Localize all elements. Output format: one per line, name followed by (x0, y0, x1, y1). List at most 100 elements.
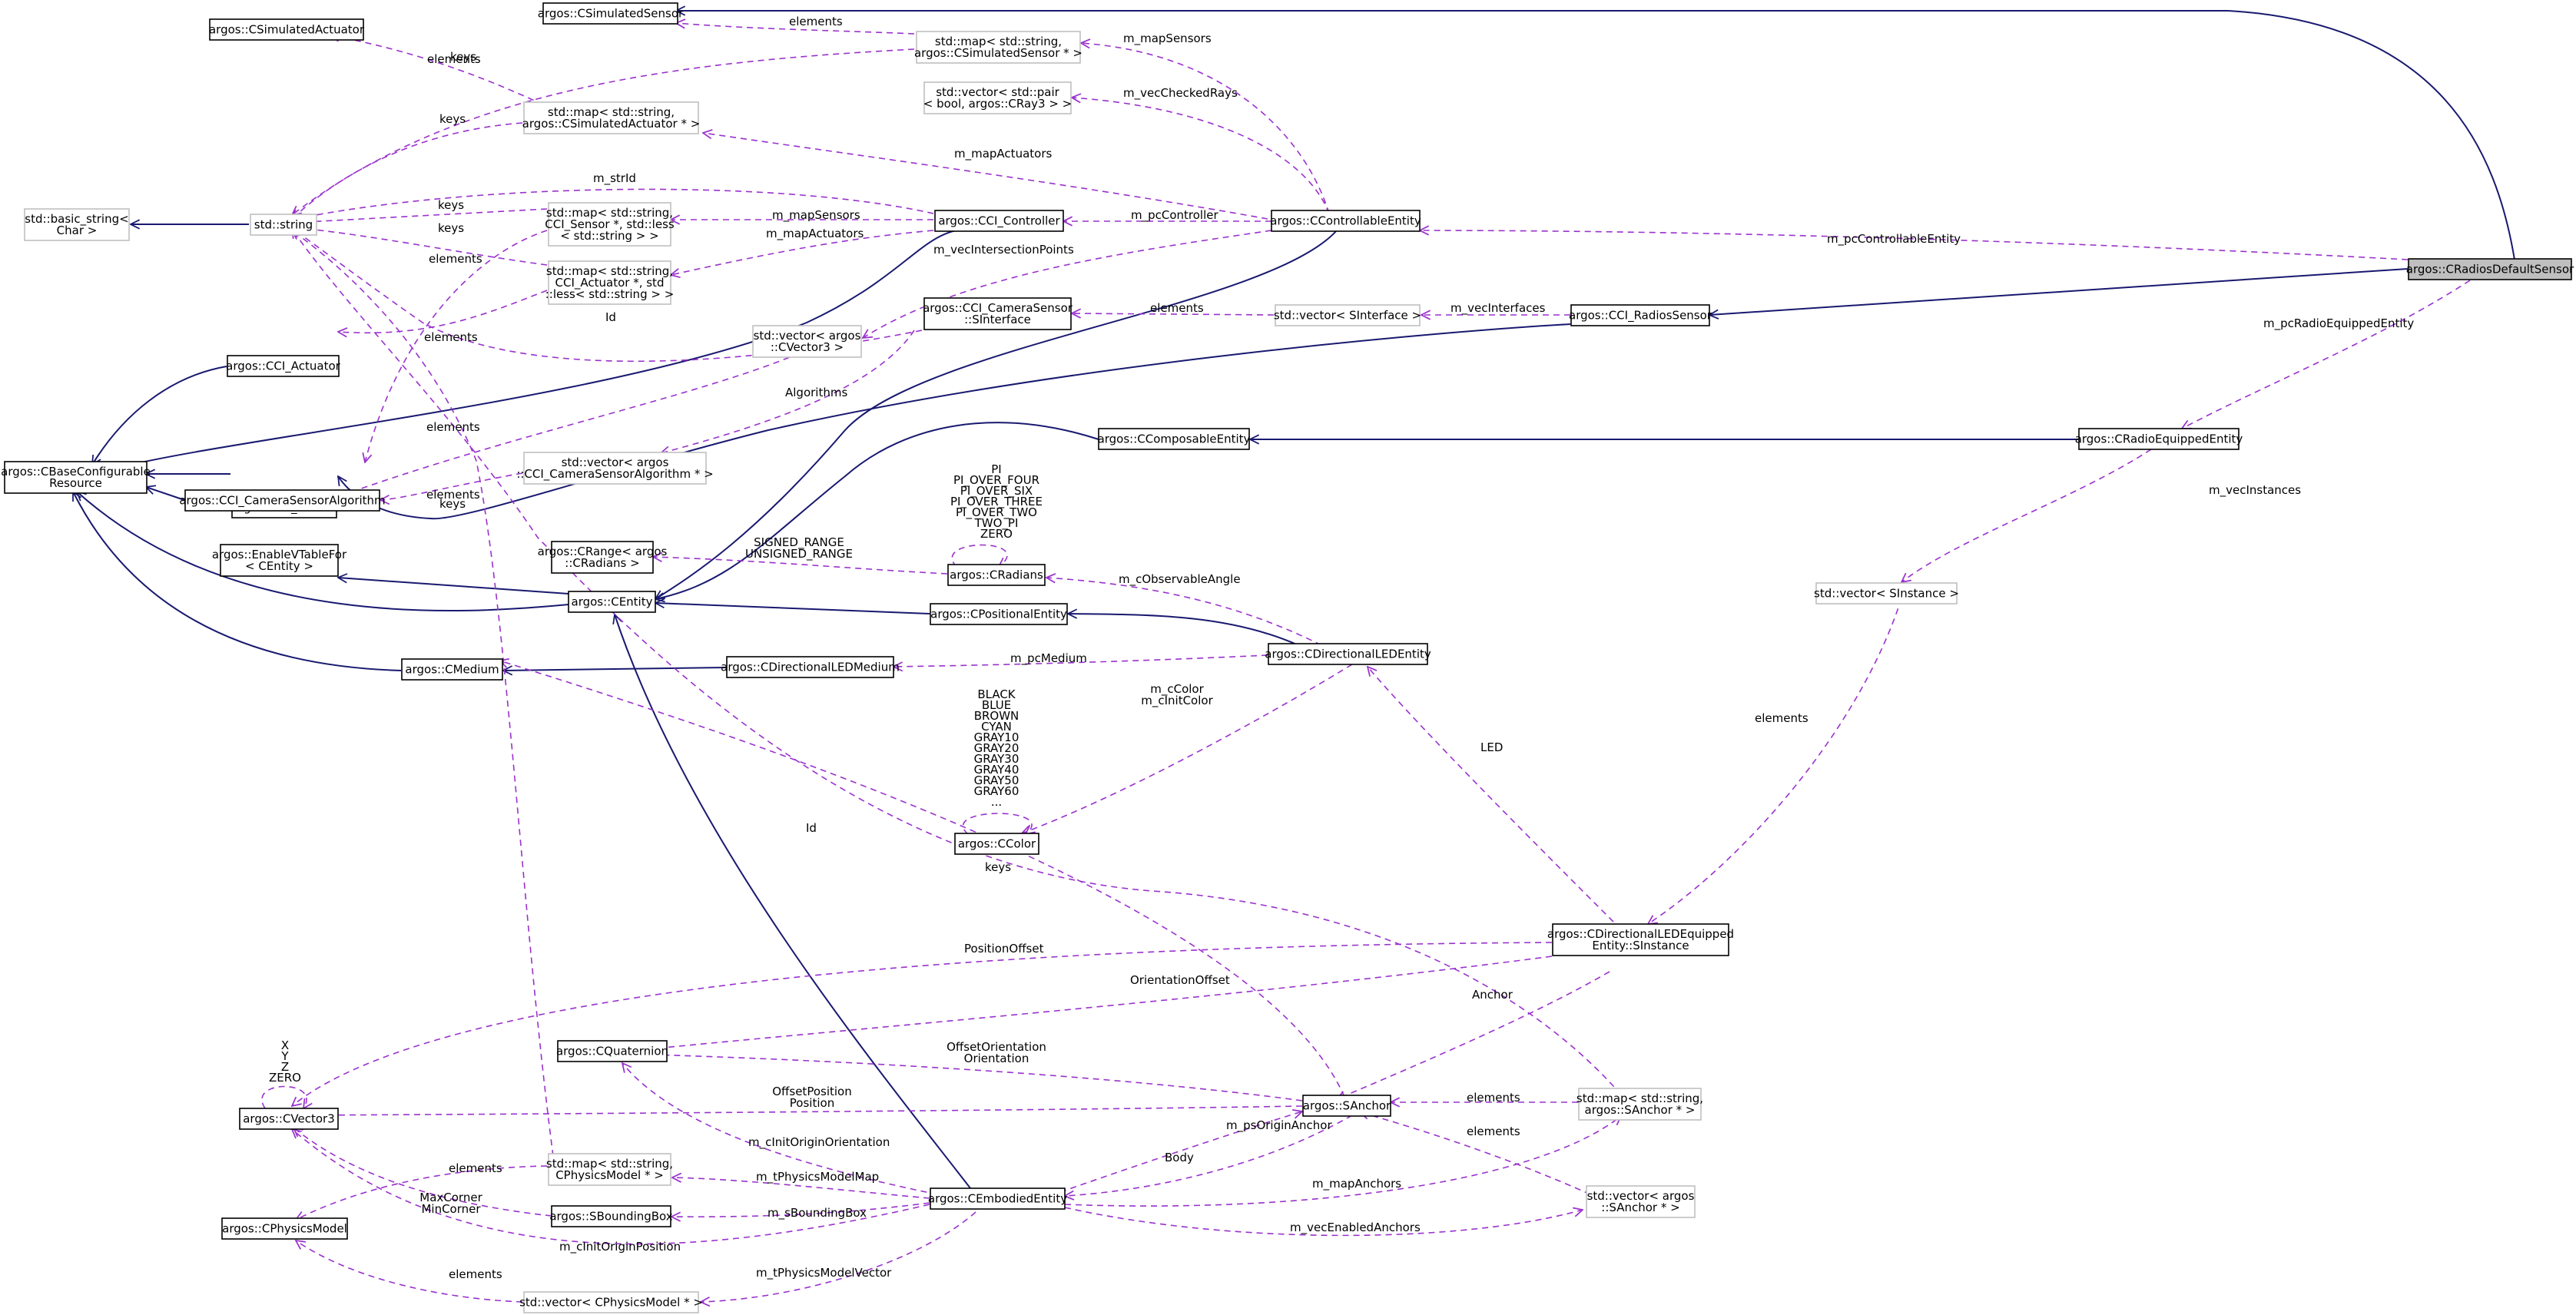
label-elements: elements (1755, 711, 1809, 725)
label-m-sbounding-box: m_sBoundingBox (767, 1206, 867, 1221)
node-label: argos::CSimulatedSensor (538, 7, 684, 21)
node-vector-physics-model[interactable]: std::vector< CPhysicsModel * > (519, 1291, 703, 1313)
node-label: argos::CSimulatedActuator (209, 23, 365, 37)
node-map-physics-model[interactable]: std::map< std::string,CPhysicsModel * > (546, 1153, 673, 1186)
node-label: Entity::SInstance (1592, 939, 1689, 952)
node-std-string[interactable]: std::string (250, 214, 317, 236)
node-label: argos::CRadioEquippedEntity (2075, 432, 2243, 446)
label-line: Orientation (964, 1052, 1029, 1065)
node-map-simulated-sensor[interactable]: std::map< std::string,argos::CSimulatedS… (914, 31, 1082, 64)
node-label: argos::CEmbodiedEntity (928, 1192, 1067, 1206)
node-camera-sensor-algorithm[interactable]: argos::CCI_CameraSensorAlgorithm (179, 489, 386, 512)
node-label: argos::CPhysicsModel (222, 1222, 347, 1236)
node-base-configurable[interactable]: argos::CBaseConfigurableResource (1, 461, 151, 494)
edge-vector3-consts (261, 1085, 307, 1109)
label-m-strid: m_strId (593, 171, 636, 186)
label-keys: keys (439, 497, 466, 511)
edge-dirled-to-positional (1068, 614, 1299, 646)
node-controllable-entity[interactable]: argos::CControllableEntity (1270, 210, 1421, 232)
label-offset-position: OffsetPosition Position (772, 1085, 851, 1110)
edge-instance-positionoffset (292, 942, 1553, 1106)
edge-mapsimactuator-elements (330, 35, 554, 110)
label-id: Id (806, 821, 817, 835)
node-map-sanchor[interactable]: std::map< std::string,argos::SAnchor * > (1576, 1088, 1703, 1121)
label-elements: elements (424, 330, 478, 344)
node-label: ::CCI_CameraSensorAlgorithm * > (516, 467, 713, 482)
node-embodied-entity[interactable]: argos::CEmbodiedEntity (928, 1187, 1067, 1210)
node-directional-led-medium[interactable]: argos::CDirectionalLEDMedium (721, 656, 900, 678)
label-m-vecinstances: m_vecInstances (2209, 483, 2301, 498)
label-line: ZERO (980, 527, 1013, 541)
label-keys: keys (438, 221, 464, 235)
label-elements: elements (789, 15, 843, 28)
node-label: ::CVector3 > (771, 340, 844, 354)
label-elements: elements (449, 1161, 502, 1175)
node-label: argos::CComposableEntity (1098, 432, 1251, 446)
edge-positional-to-entity (655, 603, 930, 614)
node-enable-vtable[interactable]: argos::EnableVTableFor< CEntity > (212, 544, 347, 577)
node-basic-string[interactable]: std::basic_string<Char > (24, 208, 130, 241)
label-offset-orientation: OffsetOrientation Orientation (947, 1040, 1046, 1065)
node-label: argos::CSimulatedActuator * > (522, 117, 701, 131)
label-keys: keys (985, 860, 1011, 874)
label-m-mapsensors: m_mapSensors (1123, 31, 1212, 46)
node-medium[interactable]: argos::CMedium (401, 658, 503, 681)
label-orientation-offset: OrientationOffset (1130, 973, 1230, 987)
label-m-tphysics-model-vector: m_tPhysicsModelVector (756, 1266, 892, 1280)
label-id: Id (605, 310, 616, 324)
node-radio-equipped-entity[interactable]: argos::CRadioEquippedEntity (2075, 428, 2243, 450)
node-vector-sinstance[interactable]: std::vector< SInstance > (1814, 582, 1959, 605)
edge-mapccisensor-keys (292, 208, 548, 223)
node-simulated-actuator[interactable]: argos::CSimulatedActuator (209, 18, 365, 41)
node-cci-radios-sensor[interactable]: argos::CCI_RadiosSensor (1569, 304, 1712, 326)
label-m-pcmedium: m_pcMedium (1010, 651, 1087, 666)
node-label: argos::CCI_RadiosSensor (1569, 309, 1712, 323)
label-elements: elements (449, 1267, 502, 1281)
node-map-cci-actuator[interactable]: std::map< std::string,CCI_Actuator *, st… (545, 260, 675, 305)
node-vector-sanchor[interactable]: std::vector< argos::SAnchor * > (1586, 1185, 1696, 1218)
node-radios-default-sensor[interactable]: argos::CRadiosDefaultSensor (2406, 258, 2574, 280)
node-range-radians[interactable]: argos::CRange< argos::CRadians > (538, 541, 668, 574)
node-composable-entity[interactable]: argos::CComposableEntity (1098, 428, 1251, 450)
node-led-equipped-instance[interactable]: argos::CDirectionalLEDEquippedEntity::SI… (1547, 923, 1734, 956)
label-m-vecchecked-rays: m_vecCheckedRays (1123, 86, 1238, 101)
label-color-consts: BLACK BLUE BROWN CYAN GRAY10 GRAY20 GRAY30 GRAY… (974, 687, 1019, 809)
edge-mapsimactuator-keys (292, 122, 523, 219)
node-label: std::vector< CPhysicsModel * > (519, 1296, 703, 1310)
node-radians[interactable]: argos::CRadians (947, 564, 1046, 586)
node-bounding-box[interactable]: argos::SBoundingBox (549, 1205, 673, 1227)
node-vector-sinterface[interactable]: std::vector< SInterface > (1274, 304, 1421, 326)
label-elements: elements (427, 52, 481, 66)
node-label: < bool, argos::CRay3 > > (923, 97, 1072, 111)
node-cci-controller[interactable]: argos::CCI_Controller (934, 210, 1064, 232)
node-label: std::string (254, 218, 313, 232)
node-vector-pair-ray[interactable]: std::vector< std::pair< bool, argos::CRa… (923, 81, 1072, 114)
edge-vectorsinstance-elements (1648, 598, 1902, 924)
node-directional-led-entity[interactable]: argos::CDirectionalLEDEntity (1265, 643, 1431, 665)
node-vector-cvector3[interactable]: std::vector< argos::CVector3 > (752, 325, 862, 358)
node-simulated-sensor[interactable]: argos::CSimulatedSensor (538, 2, 684, 25)
node-label: argos::CCI_CameraSensorAlgorithm (179, 494, 385, 508)
node-positional-entity[interactable]: argos::CPositionalEntity (930, 603, 1068, 625)
label-m-pcradio-equipped-entity: m_pcRadioEquippedEntity (2263, 316, 2414, 331)
node-label: std::vector< SInterface > (1274, 309, 1421, 323)
node-vector-camera-algorithm[interactable]: std::vector< argos::CCI_CameraSensorAlgo… (516, 452, 714, 485)
label-m-pccontrollable-entity: m_pcControllableEntity (1827, 232, 1961, 247)
label-m-cinit-origin-position: m_cInitOriginPosition (559, 1240, 681, 1254)
node-sanchor[interactable]: argos::SAnchor (1302, 1095, 1391, 1117)
node-label: ::SInterface (964, 313, 1031, 326)
label-m-vecenabled-anchors: m_vecEnabledAnchors (1290, 1221, 1421, 1235)
node-label: argos::CDirectionalLEDEntity (1265, 648, 1431, 661)
label-line: ZERO (269, 1071, 301, 1085)
node-map-simulated-actuator[interactable]: std::map< std::string,argos::CSimulatedA… (522, 101, 701, 134)
node-cvector3[interactable]: argos::CVector3 (239, 1108, 339, 1130)
node-color[interactable]: argos::CColor (954, 833, 1039, 855)
label-m-mapanchors: m_mapAnchors (1312, 1177, 1401, 1191)
node-physics-model[interactable]: argos::CPhysicsModel (221, 1217, 348, 1240)
label-algorithms: Algorithms (785, 386, 847, 399)
node-entity[interactable]: argos::CEntity (568, 591, 656, 613)
node-map-cci-sensor[interactable]: std::map< std::string,CCI_Sensor *, std:… (545, 202, 675, 247)
node-cci-actuator[interactable]: argos::CCI_Actuator (226, 355, 341, 377)
node-quaternion[interactable]: argos::CQuaternion (556, 1040, 668, 1062)
node-camera-sensor-interface[interactable]: argos::CCI_CameraSensor::SInterface (923, 297, 1073, 330)
